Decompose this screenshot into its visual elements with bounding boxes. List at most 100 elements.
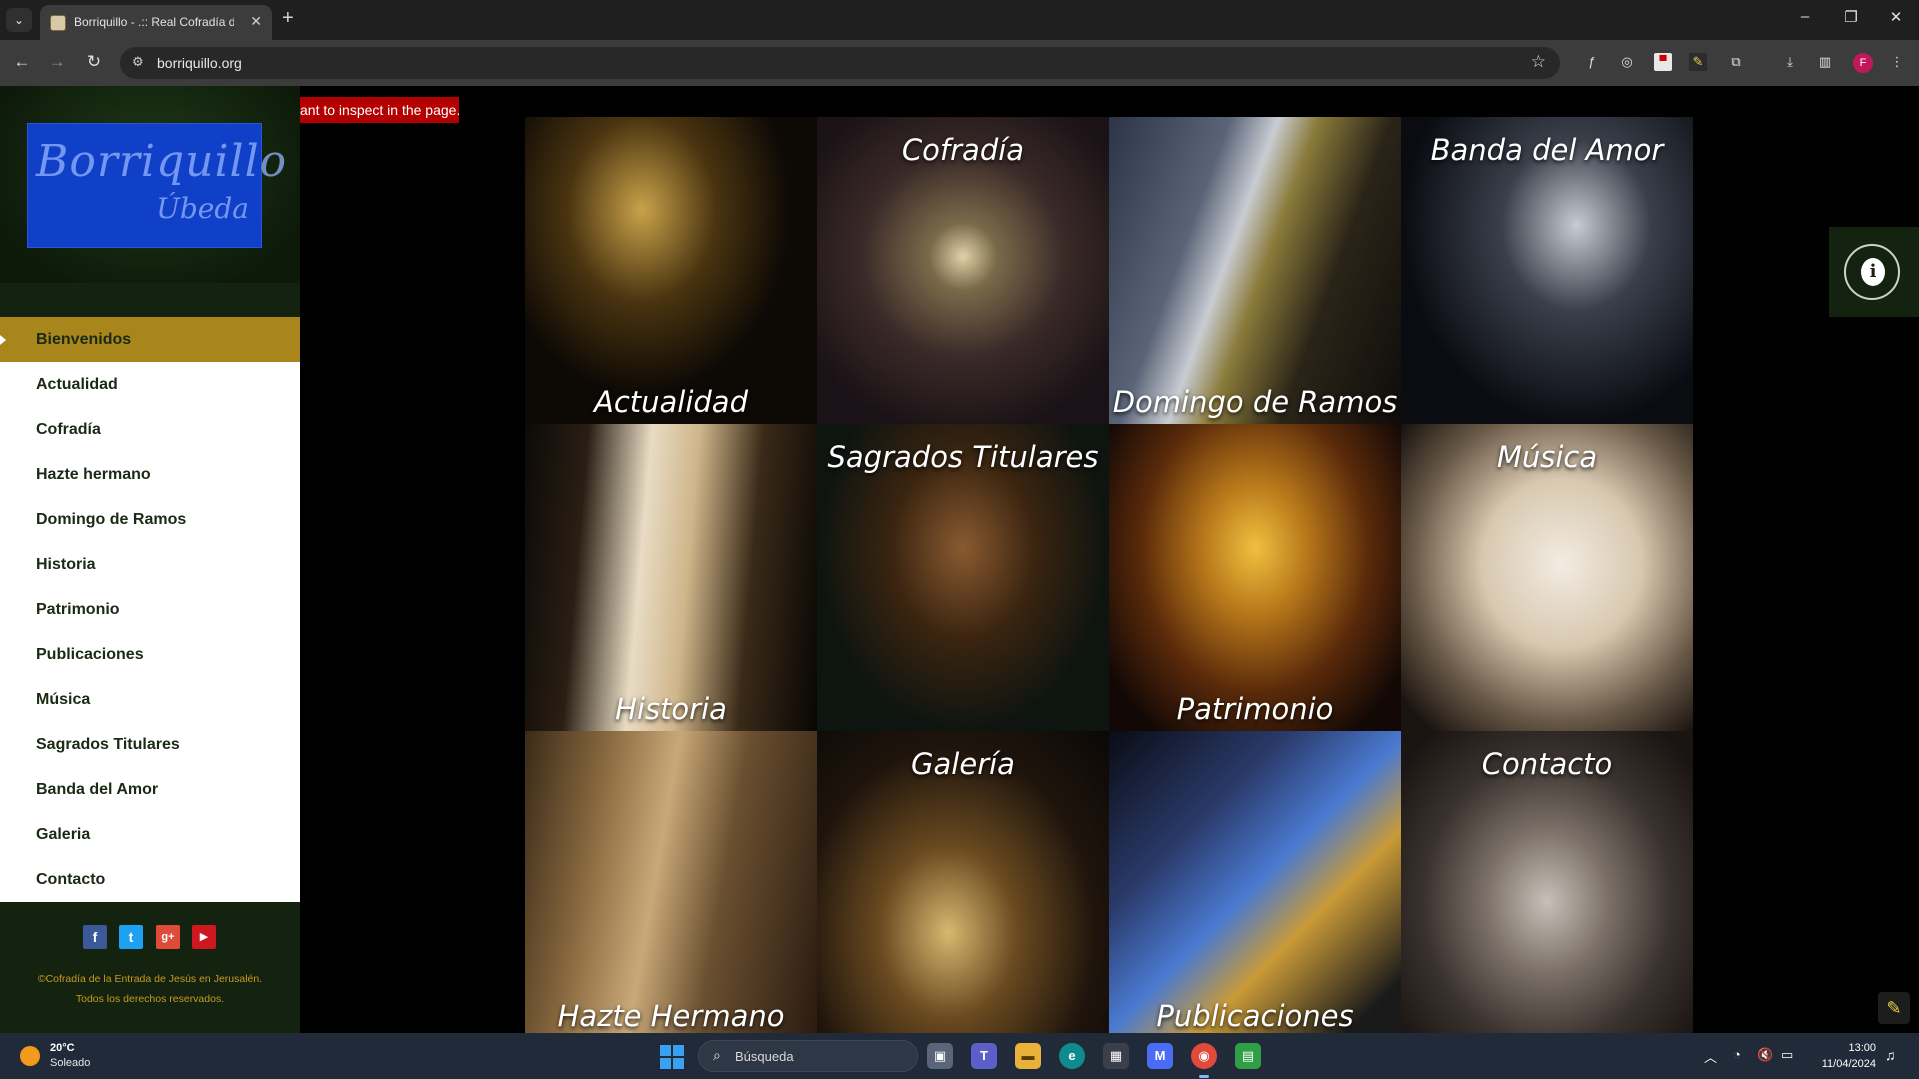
menu-item-hazte-hermano[interactable]: Hazte hermano bbox=[0, 452, 300, 497]
tile-música[interactable]: Música bbox=[1401, 424, 1693, 734]
more-menu-icon[interactable]: ⋮ bbox=[1888, 53, 1906, 71]
tile-galería[interactable]: Galería bbox=[817, 731, 1109, 1033]
chrome-icon[interactable]: ◉ bbox=[1191, 1043, 1217, 1069]
tile-label: Publicaciones bbox=[1156, 999, 1354, 1033]
battery-icon[interactable]: ▭ bbox=[1781, 1047, 1793, 1063]
facebook-icon[interactable]: f bbox=[83, 925, 107, 949]
twitter-icon[interactable]: t bbox=[119, 925, 143, 949]
speaker-muted-icon[interactable]: 🔇 bbox=[1757, 1047, 1773, 1063]
task-view-icon[interactable]: ▣ bbox=[927, 1043, 953, 1069]
tab-search-chevron-icon[interactable]: ⌄ bbox=[6, 8, 32, 32]
download-icon[interactable]: ⤓ bbox=[1781, 53, 1799, 71]
menu-item-actualidad[interactable]: Actualidad bbox=[0, 362, 300, 407]
windows-taskbar: 20°C Soleado ⌕ Búsqueda ▣ T ▬ e ▦ M ◉ ▤ … bbox=[0, 1033, 1919, 1079]
forward-arrow-icon[interactable]: → bbox=[45, 52, 69, 72]
tile-publicaciones[interactable]: Publicaciones bbox=[1109, 731, 1401, 1033]
clock-date[interactable]: 11/04/2024 bbox=[1804, 1058, 1876, 1070]
site-logo[interactable]: Borriquillo Úbeda bbox=[27, 123, 286, 248]
back-arrow-icon[interactable]: ← bbox=[10, 52, 34, 72]
teams-icon[interactable]: T bbox=[971, 1043, 997, 1069]
url-text[interactable]: borriquillo.org bbox=[157, 55, 242, 71]
power-automate-icon[interactable]: M bbox=[1147, 1043, 1173, 1069]
menu-item-sagrados-titulares[interactable]: Sagrados Titulares bbox=[0, 722, 300, 767]
sun-weather-icon[interactable] bbox=[20, 1046, 40, 1066]
taskbar-search-placeholder: Búsqueda bbox=[735, 1049, 794, 1064]
menu-item-contacto[interactable]: Contacto bbox=[0, 857, 300, 902]
tile-contacto[interactable]: Contacto bbox=[1401, 731, 1693, 1033]
close-window-icon[interactable]: ✕ bbox=[1873, 8, 1919, 26]
menu-item-historia[interactable]: Historia bbox=[0, 542, 300, 587]
site-favicon-icon bbox=[50, 15, 66, 31]
logo-city-text: Úbeda bbox=[156, 192, 249, 225]
tile-sagrados-titulares[interactable]: Sagrados Titulares bbox=[817, 424, 1109, 734]
menu-item-bienvenidos[interactable]: Bienvenidos bbox=[0, 317, 300, 362]
tile-banda-del-amor[interactable]: Banda del Amor bbox=[1401, 117, 1693, 427]
tile-actualidad[interactable]: Actualidad bbox=[525, 117, 817, 427]
google-plus-icon[interactable]: g+ bbox=[156, 925, 180, 949]
tile-historia[interactable]: Historia bbox=[525, 424, 817, 734]
profile-avatar[interactable]: F bbox=[1853, 53, 1873, 73]
sidebar: Borriquillo Úbeda Bienvenidos Actualidad C… bbox=[0, 86, 300, 1033]
formula-extension-icon[interactable]: ƒ bbox=[1583, 53, 1601, 71]
tile-label: Sagrados Titulares bbox=[827, 440, 1099, 474]
tile-hazte-hermano[interactable]: Hazte Hermano bbox=[525, 731, 817, 1033]
notification-bell-icon[interactable]: ♫ bbox=[1885, 1047, 1896, 1063]
tile-label: Historia bbox=[615, 692, 727, 726]
tile-cofradía[interactable]: Cofradía bbox=[817, 117, 1109, 427]
tile-domingo-de-ramos[interactable]: Domingo de Ramos bbox=[1109, 117, 1401, 427]
info-icon: i bbox=[1861, 258, 1885, 286]
taskbar-search[interactable]: ⌕ Búsqueda bbox=[698, 1040, 918, 1072]
show-hidden-icons-chevron-icon[interactable]: ︿ bbox=[1704, 1047, 1717, 1066]
info-button[interactable]: i bbox=[1829, 227, 1919, 317]
note-extension-icon[interactable]: ▀ bbox=[1654, 53, 1672, 71]
youtube-icon[interactable]: ▶ bbox=[192, 925, 216, 949]
highlighter-pen-icon[interactable]: ✎ bbox=[1878, 992, 1910, 1024]
tile-label: Contacto bbox=[1481, 747, 1613, 781]
reload-icon[interactable]: ↻ bbox=[82, 52, 106, 72]
main-menu: Bienvenidos Actualidad Cofradía Hazte herma… bbox=[0, 317, 300, 902]
edge-icon[interactable]: e bbox=[1059, 1043, 1085, 1069]
menu-item-música[interactable]: Música bbox=[0, 677, 300, 722]
logo-area: Borriquillo Úbeda bbox=[0, 86, 300, 283]
search-icon: ⌕ bbox=[713, 1047, 721, 1063]
menu-item-domingo-de-ramos[interactable]: Domingo de Ramos bbox=[0, 497, 300, 542]
menu-item-cofradía[interactable]: Cofradía bbox=[0, 407, 300, 452]
bookmark-star-icon[interactable]: ☆ bbox=[1531, 52, 1546, 72]
inspect-tooltip: ant to inspect in the page. bbox=[300, 97, 459, 123]
extensions-puzzle-icon[interactable]: ⧉ bbox=[1727, 53, 1745, 71]
wifi-icon[interactable]: ◔ bbox=[1733, 1047, 1741, 1062]
browser-toolbar: ← → ↻ ⚙ borriquillo.org ☆ ƒ ◎ ▀ ✎ ⧉ ⤓ ▥ … bbox=[0, 40, 1919, 86]
new-tab-plus-icon[interactable]: + bbox=[282, 7, 294, 30]
footer-copyright: ©Cofradía de la Entrada de Jesús en Jeru… bbox=[0, 969, 300, 1009]
minimize-window-icon[interactable]: – bbox=[1782, 8, 1828, 25]
menu-item-galeria[interactable]: Galeria bbox=[0, 812, 300, 857]
tile-label: Galería bbox=[911, 747, 1015, 781]
compass-extension-icon[interactable]: ◎ bbox=[1618, 53, 1636, 71]
clock-time[interactable]: 13:00 bbox=[1812, 1042, 1876, 1054]
footer-line-1: ©Cofradía de la Entrada de Jesús en Jeru… bbox=[37, 973, 263, 985]
close-tab-icon[interactable]: ✕ bbox=[250, 13, 262, 30]
site-settings-icon[interactable]: ⚙ bbox=[132, 54, 144, 70]
tile-label: Cofradía bbox=[901, 133, 1025, 167]
windows-start-icon[interactable] bbox=[660, 1045, 684, 1069]
chat-app-icon[interactable]: ▤ bbox=[1235, 1043, 1261, 1069]
weather-temperature[interactable]: 20°C bbox=[50, 1042, 75, 1054]
weather-description[interactable]: Soleado bbox=[50, 1057, 90, 1069]
tile-patrimonio[interactable]: Patrimonio bbox=[1109, 424, 1401, 734]
tile-label: Hazte Hermano bbox=[557, 999, 785, 1033]
menu-item-banda-del-amor[interactable]: Banda del Amor bbox=[0, 767, 300, 812]
screen: ⌄ Borriquillo - .:: Real Cofradía de ✕ +… bbox=[0, 0, 1919, 1079]
address-bar[interactable]: ⚙ borriquillo.org ☆ bbox=[120, 47, 1560, 79]
chrome-active-indicator bbox=[1199, 1075, 1209, 1078]
side-panel-icon[interactable]: ▥ bbox=[1816, 53, 1834, 71]
tab-title: Borriquillo - .:: Real Cofradía de bbox=[74, 15, 234, 29]
menu-item-publicaciones[interactable]: Publicaciones bbox=[0, 632, 300, 677]
menu-item-patrimonio[interactable]: Patrimonio bbox=[0, 587, 300, 632]
file-explorer-icon[interactable]: ▬ bbox=[1015, 1043, 1041, 1069]
microsoft-store-icon[interactable]: ▦ bbox=[1103, 1043, 1129, 1069]
tile-label: Domingo de Ramos bbox=[1112, 385, 1398, 419]
tile-label: Actualidad bbox=[593, 385, 748, 419]
restore-window-icon[interactable]: ❐ bbox=[1828, 8, 1874, 26]
browser-tab[interactable]: Borriquillo - .:: Real Cofradía de ✕ bbox=[40, 5, 272, 40]
highlighter-extension-icon[interactable]: ✎ bbox=[1689, 53, 1707, 71]
